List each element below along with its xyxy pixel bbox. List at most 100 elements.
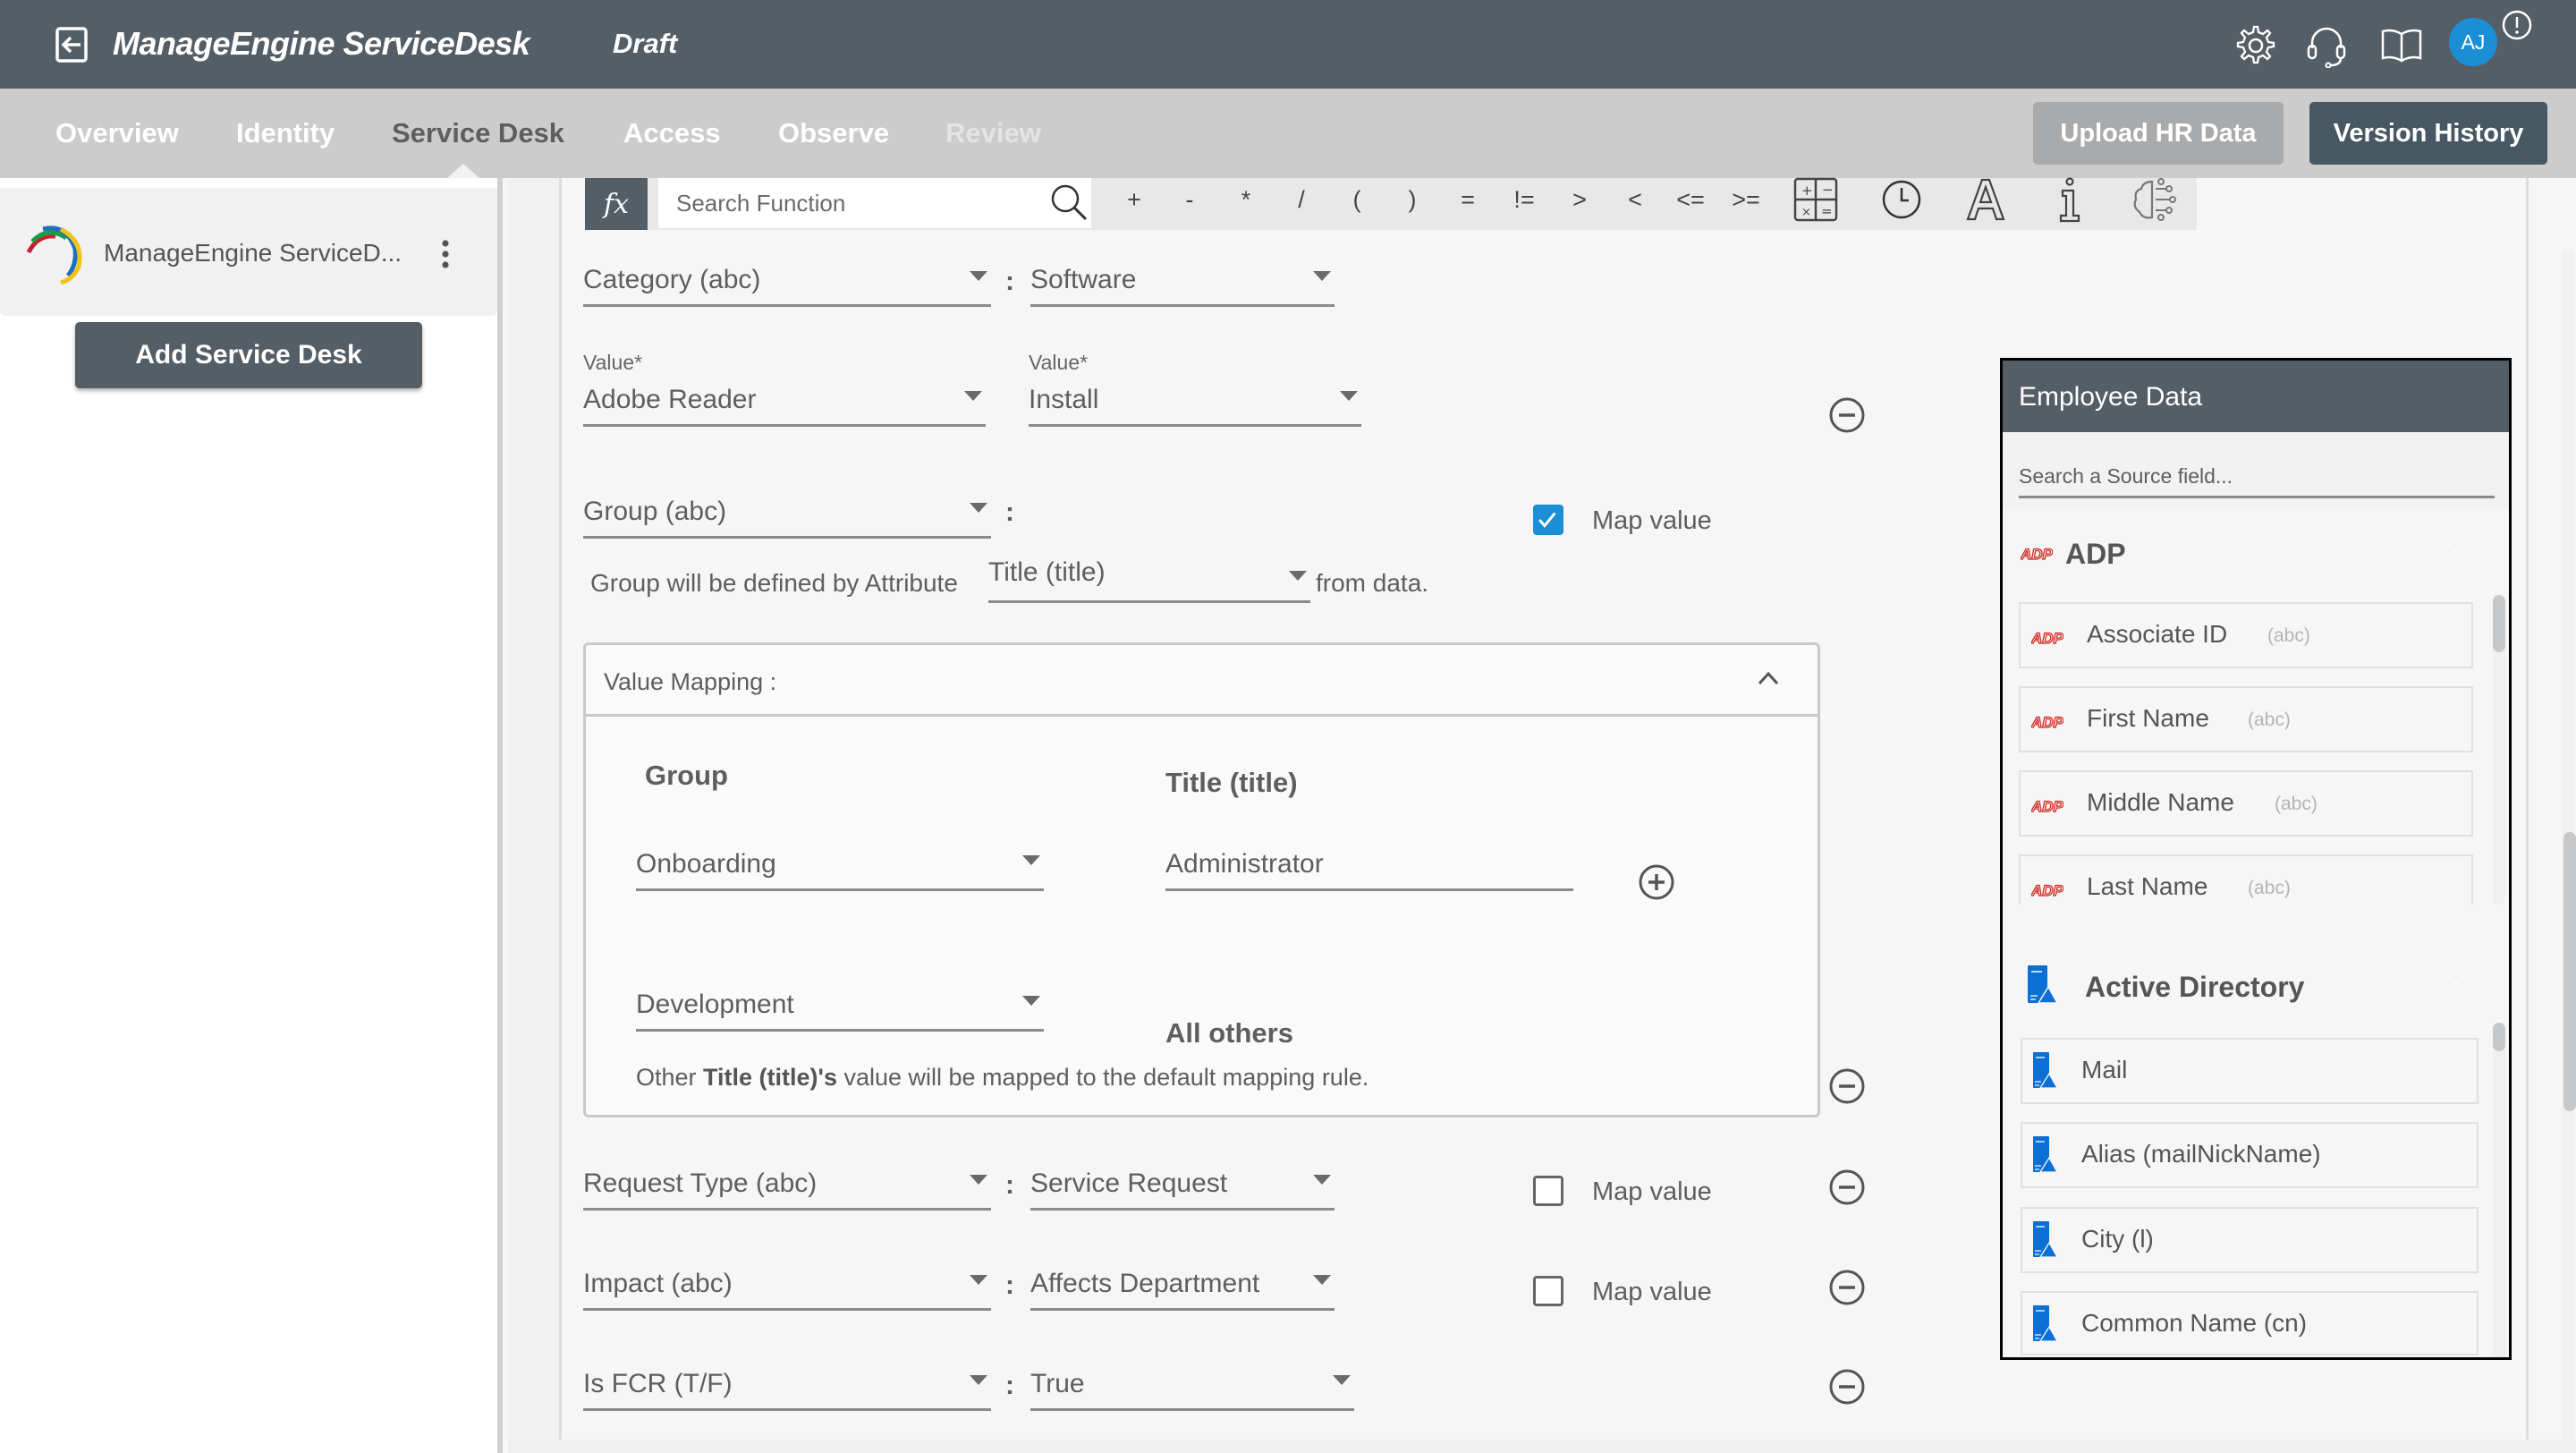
source-field-last-name[interactable]: ADP Last Name (abc): [2019, 854, 2473, 905]
remove-row-icon[interactable]: [1828, 1168, 1866, 1206]
operator-equals[interactable]: =: [1448, 186, 1487, 214]
operator-open-paren[interactable]: (: [1337, 186, 1377, 214]
chevron-up-icon[interactable]: [1757, 668, 1780, 688]
chevron-down-icon[interactable]: [2445, 540, 2466, 554]
clock-icon[interactable]: [1878, 176, 1925, 223]
operator-less-equal[interactable]: <=: [1671, 186, 1710, 214]
colon-separator: :: [1005, 1270, 1014, 1300]
operator-less[interactable]: <: [1615, 186, 1655, 214]
field-type: (abc): [2248, 710, 2291, 730]
panel-divider: [508, 178, 562, 1453]
operator-plus[interactable]: +: [1114, 186, 1154, 214]
source-field-mail[interactable]: Mail: [2021, 1038, 2479, 1104]
value-mapping-title: Value Mapping :: [604, 668, 777, 695]
source-field-city[interactable]: City (l): [2021, 1207, 2479, 1273]
tab-service-desk[interactable]: Service Desk: [392, 117, 564, 149]
group-map-value-checkbox[interactable]: [1533, 505, 1563, 535]
remove-row-icon[interactable]: [1828, 1368, 1866, 1406]
category-field-value: Category (abc): [583, 265, 761, 294]
search-icon[interactable]: [1048, 182, 1089, 223]
source-field-alias[interactable]: Alias (mailNickName): [2021, 1122, 2479, 1188]
mapping-group-select[interactable]: Onboarding: [636, 848, 1044, 891]
remove-row-icon[interactable]: [1828, 1269, 1866, 1306]
impact-field-select[interactable]: Impact (abc): [583, 1268, 991, 1311]
remove-row-icon[interactable]: [1828, 1067, 1866, 1105]
operator-close-paren[interactable]: ): [1393, 186, 1432, 214]
field-name: Alias (mailNickName): [2081, 1140, 2321, 1168]
version-history-button[interactable]: Version History: [2309, 102, 2547, 165]
service-desk-item[interactable]: ManageEngine ServiceD...: [0, 188, 497, 316]
operator-multiply[interactable]: *: [1226, 186, 1266, 214]
active-directory-logo-icon: [2033, 1136, 2058, 1173]
group-header-active-directory[interactable]: Active Directory: [2003, 953, 2509, 1017]
add-mapping-icon[interactable]: [1638, 863, 1675, 901]
tab-access[interactable]: Access: [623, 117, 721, 149]
svg-text:ADP: ADP: [2021, 546, 2053, 563]
ad-scrollbar-thumb[interactable]: [2493, 1023, 2505, 1051]
attribute-suffix-text: from data.: [1316, 569, 1429, 597]
ad-scrollbar[interactable]: [2493, 1023, 2505, 1357]
tab-observe[interactable]: Observe: [778, 117, 889, 149]
svg-text:ADP: ADP: [2031, 714, 2063, 731]
is-fcr-field-select[interactable]: Is FCR (T/F): [583, 1368, 991, 1411]
more-options-icon[interactable]: [440, 239, 451, 269]
operator-minus[interactable]: -: [1170, 186, 1209, 214]
category-value-select[interactable]: Software: [1030, 264, 1335, 307]
text-format-icon[interactable]: [1962, 176, 2009, 223]
user-avatar[interactable]: AJ: [2449, 18, 2497, 66]
operator-not-equals[interactable]: !=: [1504, 186, 1544, 214]
chevron-down-icon: [1289, 571, 1307, 581]
impact-map-value-checkbox[interactable]: [1533, 1276, 1563, 1306]
adp-scrollbar-thumb[interactable]: [2493, 595, 2505, 652]
source-field-common-name[interactable]: Common Name (cn): [2021, 1291, 2479, 1355]
colon-separator: :: [1005, 267, 1014, 296]
default-group-select[interactable]: Development: [636, 989, 1044, 1032]
remove-row-icon[interactable]: [1828, 396, 1866, 434]
headset-icon[interactable]: [2304, 23, 2349, 68]
book-icon[interactable]: [2379, 23, 2424, 68]
tab-identity[interactable]: Identity: [236, 117, 335, 149]
chevron-down-icon: [1313, 1275, 1331, 1285]
attribute-select[interactable]: Title (title): [988, 557, 1310, 603]
operator-divide[interactable]: /: [1282, 186, 1321, 214]
mapping-attribute-input[interactable]: Administrator: [1165, 848, 1573, 891]
field-name: Last Name: [2087, 872, 2208, 900]
gear-icon[interactable]: [2233, 23, 2278, 68]
page-scrollbar-thumb[interactable]: [2563, 832, 2576, 1111]
source-field-first-name[interactable]: ADP First Name (abc): [2019, 686, 2473, 752]
alert-icon[interactable]: [2501, 9, 2533, 41]
adp-logo-icon: ADP: [2031, 629, 2063, 647]
info-icon[interactable]: [2046, 176, 2093, 223]
operator-greater[interactable]: >: [1560, 186, 1599, 214]
value-select-1[interactable]: Adobe Reader: [583, 384, 986, 427]
function-button[interactable]: fx: [585, 178, 648, 230]
source-field-middle-name[interactable]: ADP Middle Name (abc): [2019, 770, 2473, 837]
source-field-search-input[interactable]: [2019, 457, 2495, 498]
request-type-value-select[interactable]: Service Request: [1030, 1168, 1335, 1211]
attribute-prefix-text: Group will be defined by Attribute: [590, 569, 958, 597]
operator-greater-equal[interactable]: >=: [1726, 186, 1766, 214]
search-function-input[interactable]: [658, 178, 1091, 228]
mapping-attribute-value: Administrator: [1165, 849, 1324, 879]
calculator-icon[interactable]: + − × =: [1792, 176, 1839, 223]
group-field-select[interactable]: Group (abc): [583, 496, 991, 539]
tab-overview[interactable]: Overview: [55, 117, 179, 149]
chevron-down-icon: [1022, 996, 1040, 1006]
request-type-field-select[interactable]: Request Type (abc): [583, 1168, 991, 1211]
category-field-select[interactable]: Category (abc): [583, 264, 991, 307]
upload-hr-data-button[interactable]: Upload HR Data: [2033, 102, 2284, 165]
ai-brain-icon[interactable]: [2131, 176, 2177, 223]
group-header-adp[interactable]: ADP ADP: [2003, 520, 2509, 584]
is-fcr-value-select[interactable]: True: [1030, 1368, 1354, 1411]
add-service-desk-button[interactable]: Add Service Desk: [75, 322, 422, 388]
back-icon[interactable]: [55, 27, 89, 63]
source-field-associate-id[interactable]: ADP Associate ID (abc): [2019, 602, 2473, 668]
chevron-down-icon[interactable]: [2445, 973, 2466, 987]
value-mapping-header[interactable]: Value Mapping :: [586, 645, 1818, 717]
group-field-value: Group (abc): [583, 497, 727, 526]
impact-value-select[interactable]: Affects Department: [1030, 1268, 1335, 1311]
note-prefix: Other: [636, 1064, 704, 1091]
adp-scrollbar[interactable]: [2493, 595, 2505, 905]
value-select-2[interactable]: Install: [1029, 384, 1361, 427]
request-type-map-value-checkbox[interactable]: [1533, 1176, 1563, 1206]
